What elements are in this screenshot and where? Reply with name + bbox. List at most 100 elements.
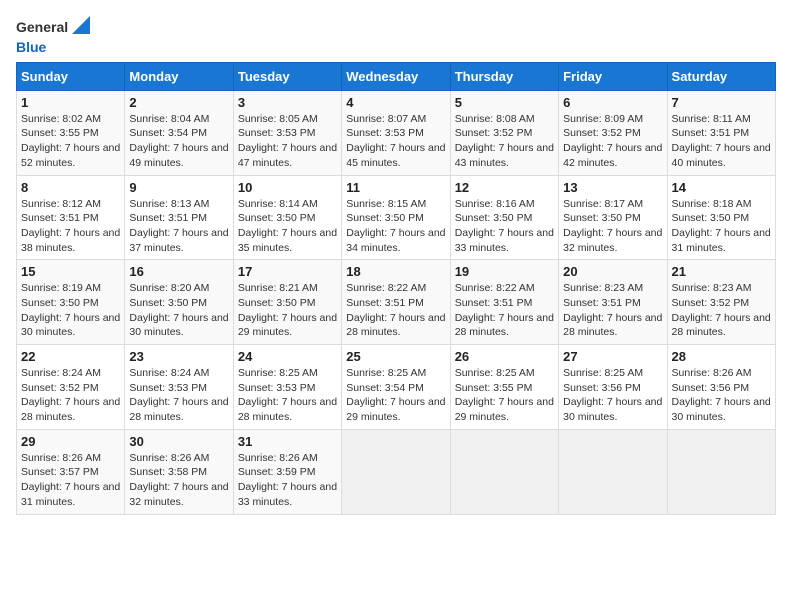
- logo-text: General: [16, 19, 68, 36]
- day-number: 2: [129, 95, 228, 110]
- sunrise-text: Sunrise: 8:25 AM: [455, 367, 535, 379]
- sunset-text: Sunset: 3:59 PM: [238, 466, 316, 478]
- daylight-text: Daylight: 7 hours and 31 minutes.: [672, 227, 771, 254]
- day-info: Sunrise: 8:24 AMSunset: 3:53 PMDaylight:…: [129, 366, 228, 425]
- sunrise-text: Sunrise: 8:23 AM: [563, 282, 643, 294]
- calendar-cell: 24Sunrise: 8:25 AMSunset: 3:53 PMDayligh…: [233, 345, 341, 430]
- calendar-cell: 9 Sunrise: 8:13 AMSunset: 3:51 PMDaylight…: [125, 175, 233, 260]
- day-number: 16: [129, 264, 228, 279]
- sunrise-text: Sunrise: 8:15 AM: [346, 198, 426, 210]
- sunrise-text: Sunrise: 8:16 AM: [455, 198, 535, 210]
- day-info: Sunrise: 8:04 AMSunset: 3:54 PMDaylight:…: [129, 112, 228, 171]
- day-info: Sunrise: 8:19 AMSunset: 3:50 PMDaylight:…: [21, 281, 120, 340]
- daylight-text: Daylight: 7 hours and 37 minutes.: [129, 227, 228, 254]
- calendar-cell: 28 Sunrise: 8:26 AMSunset: 3:56 PMDayligh…: [667, 345, 775, 430]
- column-header-sunday: Sunday: [17, 62, 125, 90]
- day-number: 28: [672, 349, 771, 364]
- day-info: Sunrise: 8:22 AM Sunset: 3:51 PM Daylight:…: [346, 281, 445, 340]
- day-info: Sunrise: 8:13 AMSunset: 3:51 PMDaylight:…: [129, 197, 228, 256]
- calendar-cell: 23Sunrise: 8:24 AMSunset: 3:53 PMDayligh…: [125, 345, 233, 430]
- day-number: 19: [455, 264, 554, 279]
- daylight-text: Daylight: 7 hours and 28 minutes.: [238, 396, 337, 423]
- sunset-text: Sunset: 3:54 PM: [129, 127, 207, 139]
- calendar-cell: 15Sunrise: 8:19 AMSunset: 3:50 PMDayligh…: [17, 260, 125, 345]
- daylight-text: Daylight: 7 hours and 38 minutes.: [21, 227, 120, 254]
- day-number: 22: [21, 349, 120, 364]
- day-info: Sunrise: 8:09 AMSunset: 3:52 PMDaylight:…: [563, 112, 662, 171]
- day-info: Sunrise: 8:11 AMSunset: 3:51 PMDaylight:…: [672, 112, 771, 171]
- daylight-text: Daylight: 7 hours and 28 minutes.: [672, 312, 771, 339]
- calendar-table: SundayMondayTuesdayWednesdayThursdayFrid…: [16, 62, 776, 515]
- day-number: 9: [129, 180, 228, 195]
- day-info: Sunrise: 8:16 AMSunset: 3:50 PMDaylight:…: [455, 197, 554, 256]
- sunset-text: Sunset: 3:50 PM: [672, 212, 750, 224]
- calendar-row-3: 15Sunrise: 8:19 AMSunset: 3:50 PMDayligh…: [17, 260, 776, 345]
- day-info: Sunrise: 8:26 AMSunset: 3:58 PMDaylight:…: [129, 451, 228, 510]
- calendar-cell: 4Sunrise: 8:07 AMSunset: 3:53 PMDaylight…: [342, 90, 450, 175]
- daylight-text: Daylight: 7 hours and 28 minutes.: [455, 312, 554, 339]
- day-number: 3: [238, 95, 337, 110]
- calendar-cell: 2 Sunrise: 8:04 AMSunset: 3:54 PMDaylight…: [125, 90, 233, 175]
- day-number: 24: [238, 349, 337, 364]
- daylight-text: Daylight: 7 hours and 32 minutes.: [563, 227, 662, 254]
- day-info: Sunrise: 8:25 AMSunset: 3:55 PMDaylight:…: [455, 366, 554, 425]
- column-header-thursday: Thursday: [450, 62, 558, 90]
- day-info: Sunrise: 8:22 AMSunset: 3:51 PMDaylight:…: [455, 281, 554, 340]
- calendar-cell: 6 Sunrise: 8:09 AMSunset: 3:52 PMDaylight…: [559, 90, 667, 175]
- calendar-cell: 11Sunrise: 8:15 AMSunset: 3:50 PMDayligh…: [342, 175, 450, 260]
- day-info: Sunrise: 8:18 AMSunset: 3:50 PMDaylight:…: [672, 197, 771, 256]
- sunset-text: Sunset: 3:54 PM: [346, 382, 424, 394]
- daylight-text: Daylight: 7 hours and 28 minutes.: [346, 312, 445, 339]
- logo-blue: Blue: [16, 39, 46, 55]
- daylight-text: Daylight: 7 hours and 49 minutes.: [129, 142, 228, 169]
- calendar-cell: 17Sunrise: 8:21 AMSunset: 3:50 PMDayligh…: [233, 260, 341, 345]
- sunrise-text: Sunrise: 8:14 AM: [238, 198, 318, 210]
- calendar-cell: 1Sunrise: 8:02 AMSunset: 3:55 PMDaylight…: [17, 90, 125, 175]
- sunrise-text: Sunrise: 8:26 AM: [672, 367, 752, 379]
- sunrise-text: Sunrise: 8:07 AM: [346, 113, 426, 125]
- calendar-cell: [342, 429, 450, 514]
- day-info: Sunrise: 8:02 AMSunset: 3:55 PMDaylight:…: [21, 112, 120, 171]
- day-info: Sunrise: 8:26 AMSunset: 3:56 PMDaylight:…: [672, 366, 771, 425]
- daylight-text: Daylight: 7 hours and 40 minutes.: [672, 142, 771, 169]
- calendar-cell: 31Sunrise: 8:26 AMSunset: 3:59 PMDayligh…: [233, 429, 341, 514]
- sunset-text: Sunset: 3:50 PM: [21, 297, 99, 309]
- daylight-text: Daylight: 7 hours and 30 minutes.: [672, 396, 771, 423]
- logo: General Blue: [16, 16, 90, 56]
- sunset-text: Sunset: 3:50 PM: [238, 212, 316, 224]
- day-number: 4: [346, 95, 445, 110]
- day-number: 6: [563, 95, 662, 110]
- day-number: 10: [238, 180, 337, 195]
- sunset-text: Sunset: 3:53 PM: [346, 127, 424, 139]
- page-header: General Blue: [16, 16, 776, 56]
- sunrise-text: Sunrise: 8:21 AM: [238, 282, 318, 294]
- calendar-cell: 18Sunrise: 8:22 AMSunset: 3:51 PMDayligh…: [342, 260, 450, 345]
- day-number: 14: [672, 180, 771, 195]
- calendar-cell: 16Sunrise: 8:20 AMSunset: 3:50 PMDayligh…: [125, 260, 233, 345]
- day-info: Sunrise: 8:14 AMSunset: 3:50 PMDaylight:…: [238, 197, 337, 256]
- daylight-text: Daylight: 7 hours and 33 minutes.: [455, 227, 554, 254]
- sunset-text: Sunset: 3:51 PM: [21, 212, 99, 224]
- daylight-text: Daylight: 7 hours and 47 minutes.: [238, 142, 337, 169]
- day-number: 20: [563, 264, 662, 279]
- sunrise-text: Sunrise: 8:20 AM: [129, 282, 209, 294]
- daylight-text: Daylight: 7 hours and 30 minutes.: [129, 312, 228, 339]
- sunset-text: Sunset: 3:51 PM: [346, 297, 424, 309]
- sunrise-text: Sunrise: 8:22 AM: [346, 282, 426, 294]
- calendar-cell: [667, 429, 775, 514]
- daylight-text: Daylight: 7 hours and 29 minutes.: [238, 312, 337, 339]
- sunset-text: Sunset: 3:51 PM: [672, 127, 750, 139]
- day-number: 30: [129, 434, 228, 449]
- calendar-row-4: 22Sunrise: 8:24 AMSunset: 3:52 PMDayligh…: [17, 345, 776, 430]
- sunset-text: Sunset: 3:50 PM: [346, 212, 424, 224]
- calendar-row-1: 1Sunrise: 8:02 AMSunset: 3:55 PMDaylight…: [17, 90, 776, 175]
- sunset-text: Sunset: 3:51 PM: [563, 297, 641, 309]
- sunset-text: Sunset: 3:57 PM: [21, 466, 99, 478]
- daylight-text: Daylight: 7 hours and 28 minutes.: [563, 312, 662, 339]
- sunrise-text: Sunrise: 8:25 AM: [563, 367, 643, 379]
- sunrise-text: Sunrise: 8:12 AM: [21, 198, 101, 210]
- daylight-text: Daylight: 7 hours and 29 minutes.: [455, 396, 554, 423]
- sunrise-text: Sunrise: 8:05 AM: [238, 113, 318, 125]
- calendar-cell: 22Sunrise: 8:24 AMSunset: 3:52 PMDayligh…: [17, 345, 125, 430]
- logo-arrow-icon: [72, 16, 90, 34]
